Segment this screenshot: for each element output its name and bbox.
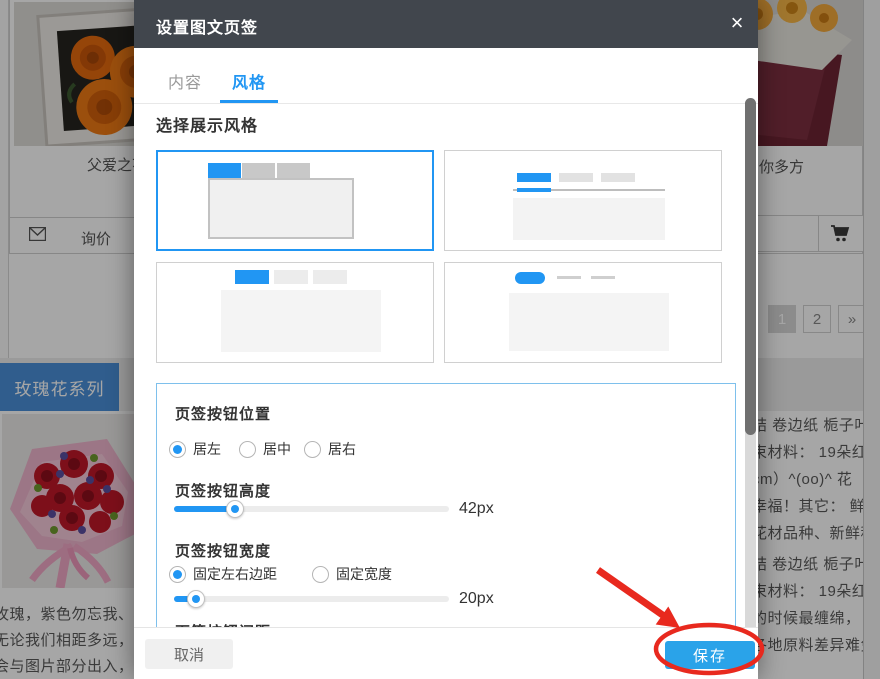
mock-panel [208,178,354,239]
radio-icon[interactable] [304,441,321,458]
mock-tab [559,173,593,182]
style-option-2[interactable] [444,150,722,251]
mock-dash [557,276,581,279]
style-option-1[interactable] [156,150,434,251]
position-option-left[interactable]: 居左 [169,439,221,459]
radio-selected-icon[interactable] [169,441,186,458]
dialog-footer: 取消 保存 [134,627,758,679]
close-icon[interactable]: × [724,11,750,37]
dialog-scrollbar-thumb[interactable] [745,98,756,435]
radio-label: 居左 [193,439,221,459]
width-slider-track[interactable] [174,596,449,602]
mock-active-tab [235,270,269,284]
mock-tab [601,173,635,182]
position-label: 页签按钮位置 [175,403,271,424]
height-label: 页签按钮高度 [175,480,271,501]
width-value: 20px [459,590,494,608]
mock-tab [274,270,308,284]
style-option-4[interactable] [444,262,722,363]
style-settings-panel: 页签按钮位置 居左 居中 居右 页签按钮高度 42px 页签按钮宽度 固定左右边… [156,383,736,627]
radio-label: 固定宽度 [336,564,392,584]
dialog-header: 设置图文页签 × [134,0,758,48]
radio-icon[interactable] [312,566,329,583]
screen: 父爱之花 询价 [0,0,880,679]
mock-tab [313,270,347,284]
mock-active-tab [208,163,241,179]
dialog-title: 设置图文页签 [156,14,258,38]
height-slider-thumb[interactable] [226,500,244,518]
tab-settings-dialog: 设置图文页签 × 内容 风格 选择展示风格 [134,0,758,679]
style-option-3[interactable] [156,262,434,363]
mock-content [509,293,669,351]
height-value: 42px [459,500,494,518]
width-option-fixed[interactable]: 固定宽度 [312,564,392,584]
width-slider-thumb[interactable] [187,590,205,608]
radio-label: 居右 [328,439,356,459]
mock-dash [591,276,615,279]
position-option-right[interactable]: 居右 [304,439,356,459]
mock-line-active [517,188,551,192]
mock-tab [277,163,310,179]
radio-selected-icon[interactable] [169,566,186,583]
radio-icon[interactable] [239,441,256,458]
position-option-center[interactable]: 居中 [239,439,291,459]
mock-content [513,198,665,240]
radio-label: 固定左右边距 [193,564,277,584]
style-section-heading: 选择展示风格 [156,112,258,136]
width-label: 页签按钮宽度 [175,540,271,561]
mock-tab [242,163,275,179]
width-option-margin[interactable]: 固定左右边距 [169,564,277,584]
mock-active-tab [515,272,545,284]
tab-content[interactable]: 内容 [168,72,202,96]
tabs-divider [134,103,758,104]
mock-content [221,290,381,352]
tab-style[interactable]: 风格 [232,72,266,96]
mock-active-tab [517,173,551,182]
cancel-button[interactable]: 取消 [145,639,233,669]
radio-label: 居中 [263,439,291,459]
save-button[interactable]: 保存 [665,641,755,669]
